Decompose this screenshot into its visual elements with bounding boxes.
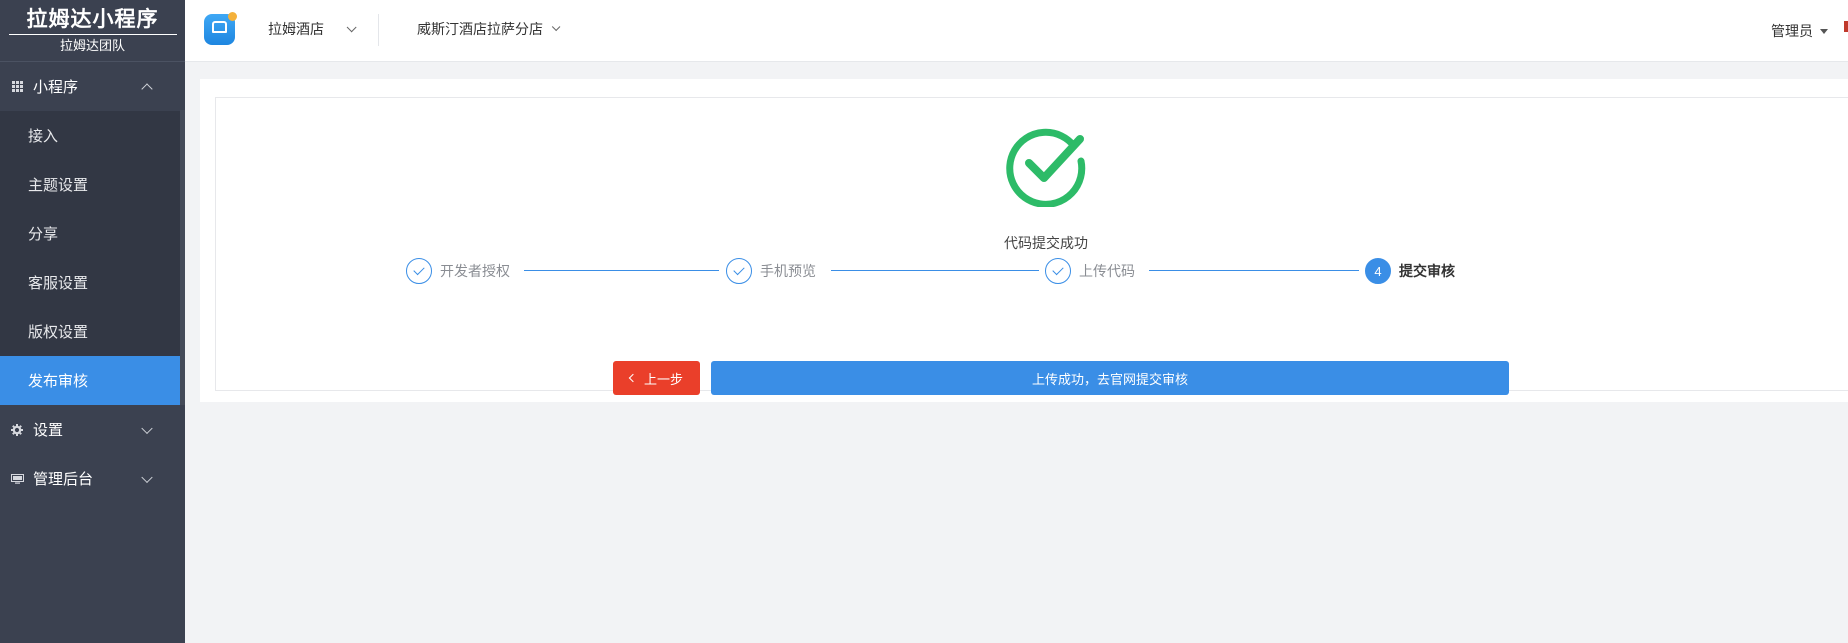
sidebar-item-theme[interactable]: 主题设置 [0, 160, 180, 209]
step-done-icon [406, 258, 432, 284]
menu-group-miniprogram[interactable]: 小程序 [0, 62, 185, 111]
menu-group-label: 小程序 [33, 79, 79, 96]
menu-group-label: 管理后台 [33, 471, 94, 488]
step-label: 上传代码 [1079, 263, 1135, 279]
store-selector[interactable]: 威斯汀酒店拉萨分店 [417, 19, 561, 39]
previous-step-label: 上一步 [643, 371, 683, 387]
sidebar: 拉姆达小程序 拉姆达团队 小程序 接入 主题设置 分享 客服设置 版权设置 发布… [0, 0, 185, 643]
gear-icon [10, 423, 24, 437]
brand-title: 拉姆达小程序 [8, 8, 177, 35]
chevron-down-icon [141, 422, 153, 434]
user-name: 管理员 [1771, 23, 1813, 39]
flag-icon [1844, 21, 1848, 32]
chevron-down-icon [141, 471, 153, 483]
menu-group-admin[interactable]: 管理后台 [0, 454, 185, 503]
step-connector [831, 270, 1039, 271]
top-header: 拉姆酒店 威斯汀酒店拉萨分店 管理员 [185, 0, 1848, 62]
step-connector [1149, 270, 1359, 271]
header-divider [378, 14, 379, 46]
user-menu[interactable]: 管理员 [1771, 21, 1828, 41]
chevron-down-icon [346, 21, 357, 32]
menu-group-label: 设置 [33, 422, 64, 439]
step-indicator: 开发者授权 手机预览 上传代码 4 提交审核 [406, 257, 1476, 287]
step-number: 4 [1365, 258, 1391, 284]
step-done-icon [1045, 258, 1071, 284]
step-done-icon [726, 258, 752, 284]
success-message: 代码提交成功 [1004, 235, 1088, 251]
step-label: 提交审核 [1399, 263, 1455, 279]
sidebar-item-publish-review[interactable]: 发布审核 [0, 356, 180, 405]
publish-card: 代码提交成功 开发者授权 手机预览 上传代码 4 提交审核 上一步 上传成功，去… [215, 97, 1848, 395]
monitor-icon [10, 472, 24, 486]
step-developer-auth: 开发者授权 [406, 257, 510, 285]
brand: 拉姆达小程序 拉姆达团队 [0, 0, 185, 62]
menu-group-settings[interactable]: 设置 [0, 405, 185, 454]
sidebar-item-share[interactable]: 分享 [0, 209, 180, 258]
grid-icon [10, 80, 24, 94]
bed-icon [212, 21, 227, 33]
step-submit-review: 4 提交审核 [1365, 257, 1455, 285]
store-name: 威斯汀酒店拉萨分店 [417, 21, 543, 37]
submit-review-button[interactable]: 上传成功，去官网提交审核 [711, 361, 1509, 395]
step-label: 开发者授权 [440, 263, 510, 279]
sidebar-item-customer-service[interactable]: 客服设置 [0, 258, 180, 307]
brand-subtitle: 拉姆达团队 [59, 38, 125, 53]
chevron-left-icon [628, 373, 638, 383]
sidebar-item-access[interactable]: 接入 [0, 111, 180, 160]
badge-dot [228, 12, 237, 21]
main-panel: 代码提交成功 开发者授权 手机预览 上传代码 4 提交审核 上一步 上传成功，去… [200, 79, 1848, 402]
sidebar-scrollbar[interactable] [180, 110, 185, 405]
step-connector [524, 270, 719, 271]
app-logo [204, 12, 237, 45]
caret-down-icon [1820, 28, 1828, 34]
chevron-down-icon [551, 22, 561, 32]
hotel-name: 拉姆酒店 [268, 21, 324, 37]
submenu-miniprogram: 接入 主题设置 分享 客服设置 版权设置 发布审核 [0, 111, 180, 405]
sidebar-item-copyright[interactable]: 版权设置 [0, 307, 180, 356]
chevron-up-icon [141, 82, 153, 95]
step-upload-code: 上传代码 [1045, 257, 1135, 285]
step-label: 手机预览 [760, 263, 816, 279]
previous-step-button[interactable]: 上一步 [613, 361, 700, 395]
step-phone-preview: 手机预览 [726, 257, 816, 285]
hotel-selector[interactable]: 拉姆酒店 [268, 19, 357, 39]
success-check-icon [1006, 128, 1086, 207]
